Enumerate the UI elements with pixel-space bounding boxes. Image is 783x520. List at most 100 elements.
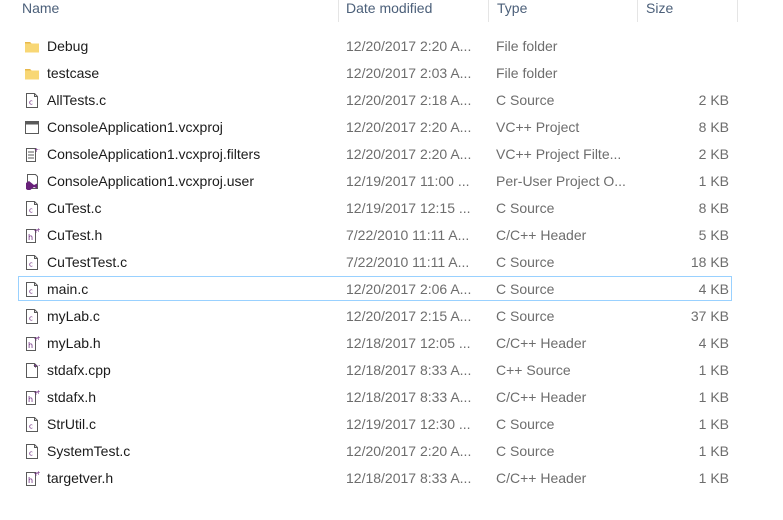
file-date-modified: 12/19/2017 12:30 ... xyxy=(346,416,471,432)
column-header-date[interactable]: Date modified xyxy=(346,0,432,22)
svg-text:c: c xyxy=(29,261,33,269)
project-filters-icon: ++ xyxy=(24,146,44,163)
svg-text:h: h xyxy=(28,476,33,485)
file-date-modified: 12/20/2017 2:20 A... xyxy=(346,38,472,54)
svg-text:+: + xyxy=(36,470,40,477)
file-size xyxy=(639,34,729,59)
file-name: ConsoleApplication1.vcxproj.filters xyxy=(47,146,261,162)
file-size: 1 KB xyxy=(698,470,729,486)
file-type: C Source xyxy=(496,200,555,216)
svg-text:+: + xyxy=(36,227,40,234)
file-type: C/C++ Header xyxy=(496,227,587,243)
file-type: VC++ Project xyxy=(496,119,580,135)
header-icon: h + + xyxy=(24,389,41,406)
column-divider[interactable] xyxy=(338,0,339,22)
file-row[interactable]: c SystemTest.c 12/20/2017 2:20 A... C Sour… xyxy=(18,438,732,463)
file-name: testcase xyxy=(47,65,100,81)
file-name: myLab.h xyxy=(47,335,101,351)
file-row[interactable]: h + + stdafx.h 12/18/2017 8:33 A... C/C++ … xyxy=(18,384,732,409)
svg-text:+: + xyxy=(36,335,40,342)
file-row[interactable]: ConsoleApplication1.vcxproj 12/20/2017 2:… xyxy=(18,114,732,139)
file-size: 1 KB xyxy=(698,389,729,405)
file-name: SystemTest.c xyxy=(47,443,131,459)
file-row[interactable]: testcase 12/20/2017 2:03 A... File folder xyxy=(18,60,732,85)
visual-studio-icon xyxy=(24,173,40,191)
column-header-name[interactable]: Name xyxy=(22,0,59,22)
svg-text:h: h xyxy=(28,341,33,350)
file-type: C Source xyxy=(496,308,555,324)
svg-text:c: c xyxy=(29,288,33,296)
file-row[interactable]: c AllTests.c 12/20/2017 2:18 A... C Source… xyxy=(18,87,732,112)
file-date-modified: 12/18/2017 12:05 ... xyxy=(346,335,471,351)
file-name: CuTest.h xyxy=(47,227,103,243)
file-size: 1 KB xyxy=(698,443,729,459)
file-row[interactable]: h + + CuTest.h 7/22/2010 11:11 A... C/C++ … xyxy=(18,222,732,247)
c-source-icon: c xyxy=(24,254,40,271)
file-name: Debug xyxy=(47,38,89,54)
file-name: CuTestTest.c xyxy=(47,254,128,270)
file-date-modified: 12/19/2017 12:15 ... xyxy=(346,200,471,216)
file-row[interactable]: ++ ConsoleApplication1.vcxproj.filters 12… xyxy=(18,141,732,166)
file-type: File folder xyxy=(496,38,558,54)
file-type: C/C++ Header xyxy=(496,470,587,486)
file-date-modified: 12/20/2017 2:06 A... xyxy=(346,281,472,297)
column-header-type[interactable]: Type xyxy=(497,0,527,22)
file-size: 2 KB xyxy=(698,146,729,162)
header-icon: h + + xyxy=(24,335,41,352)
file-type: C/C++ Header xyxy=(496,389,587,405)
file-name: stdafx.h xyxy=(47,389,97,405)
file-name: targetver.h xyxy=(47,470,114,486)
file-row[interactable]: Debug 12/20/2017 2:20 A... File folder xyxy=(18,33,732,58)
svg-text:c: c xyxy=(29,315,33,323)
svg-text:++: ++ xyxy=(34,147,40,154)
file-row[interactable]: ++ stdafx.cpp 12/18/2017 8:33 A... C++ Sou… xyxy=(18,357,732,382)
file-date-modified: 12/18/2017 8:33 A... xyxy=(346,470,472,486)
file-date-modified: 12/20/2017 2:20 A... xyxy=(346,146,472,162)
file-type: C Source xyxy=(496,92,555,108)
c-source-icon: c xyxy=(24,281,40,298)
file-date-modified: 12/20/2017 2:03 A... xyxy=(346,65,472,81)
file-type: C++ Source xyxy=(496,362,571,378)
file-size: 8 KB xyxy=(698,200,729,216)
c-source-icon: c xyxy=(24,416,40,433)
c-source-icon: c xyxy=(24,200,40,217)
file-row[interactable]: h + + myLab.h 12/18/2017 12:05 ... C/C++ H… xyxy=(18,330,732,355)
file-name: ConsoleApplication1.vcxproj xyxy=(47,119,223,135)
file-row[interactable]: c CuTestTest.c 7/22/2010 11:11 A... C Sour… xyxy=(18,249,732,274)
folder-icon xyxy=(24,65,40,82)
file-date-modified: 12/18/2017 8:33 A... xyxy=(346,389,472,405)
column-divider[interactable] xyxy=(637,0,638,22)
file-size: 1 KB xyxy=(698,362,729,378)
column-divider[interactable] xyxy=(488,0,489,22)
column-divider[interactable] xyxy=(737,0,738,22)
header-icon: h + + xyxy=(24,470,41,487)
file-date-modified: 12/19/2017 11:00 ... xyxy=(346,173,470,189)
file-type: C/C++ Header xyxy=(496,335,587,351)
file-type: C Source xyxy=(496,281,555,297)
file-row[interactable]: c main.c 12/20/2017 2:06 A... C Source 4 KB xyxy=(18,276,732,301)
file-row[interactable]: h + + targetver.h 12/18/2017 8:33 A... C/C… xyxy=(18,465,732,490)
c-source-icon: c xyxy=(24,308,40,325)
file-row[interactable]: c CuTest.c 12/19/2017 12:15 ... C Source 8 … xyxy=(18,195,732,220)
c-source-icon: c xyxy=(24,92,40,109)
file-date-modified: 7/22/2010 11:11 A... xyxy=(346,254,470,270)
file-date-modified: 12/20/2017 2:15 A... xyxy=(346,308,472,324)
svg-text:c: c xyxy=(29,99,33,107)
c-source-icon: c xyxy=(24,443,40,460)
svg-text:+: + xyxy=(36,389,40,396)
svg-text:c: c xyxy=(29,207,33,215)
svg-text:++: ++ xyxy=(33,363,40,370)
file-name: CuTest.c xyxy=(47,200,102,216)
file-name: main.c xyxy=(47,281,89,297)
file-type: VC++ Project Filte... xyxy=(496,146,622,162)
column-header-size[interactable]: Size xyxy=(646,0,673,22)
file-size xyxy=(639,61,729,86)
file-name: AllTests.c xyxy=(47,92,107,108)
file-date-modified: 12/20/2017 2:20 A... xyxy=(346,119,472,135)
file-type: C Source xyxy=(496,254,555,270)
file-row[interactable]: c StrUtil.c 12/19/2017 12:30 ... C Source 1… xyxy=(18,411,732,436)
file-size: 37 KB xyxy=(690,308,729,324)
file-row[interactable]: c myLab.c 12/20/2017 2:15 A... C Source 37 … xyxy=(18,303,732,328)
svg-text:h: h xyxy=(28,395,33,404)
file-row[interactable]: ConsoleApplication1.vcxproj.user 12/19/20… xyxy=(18,168,732,193)
